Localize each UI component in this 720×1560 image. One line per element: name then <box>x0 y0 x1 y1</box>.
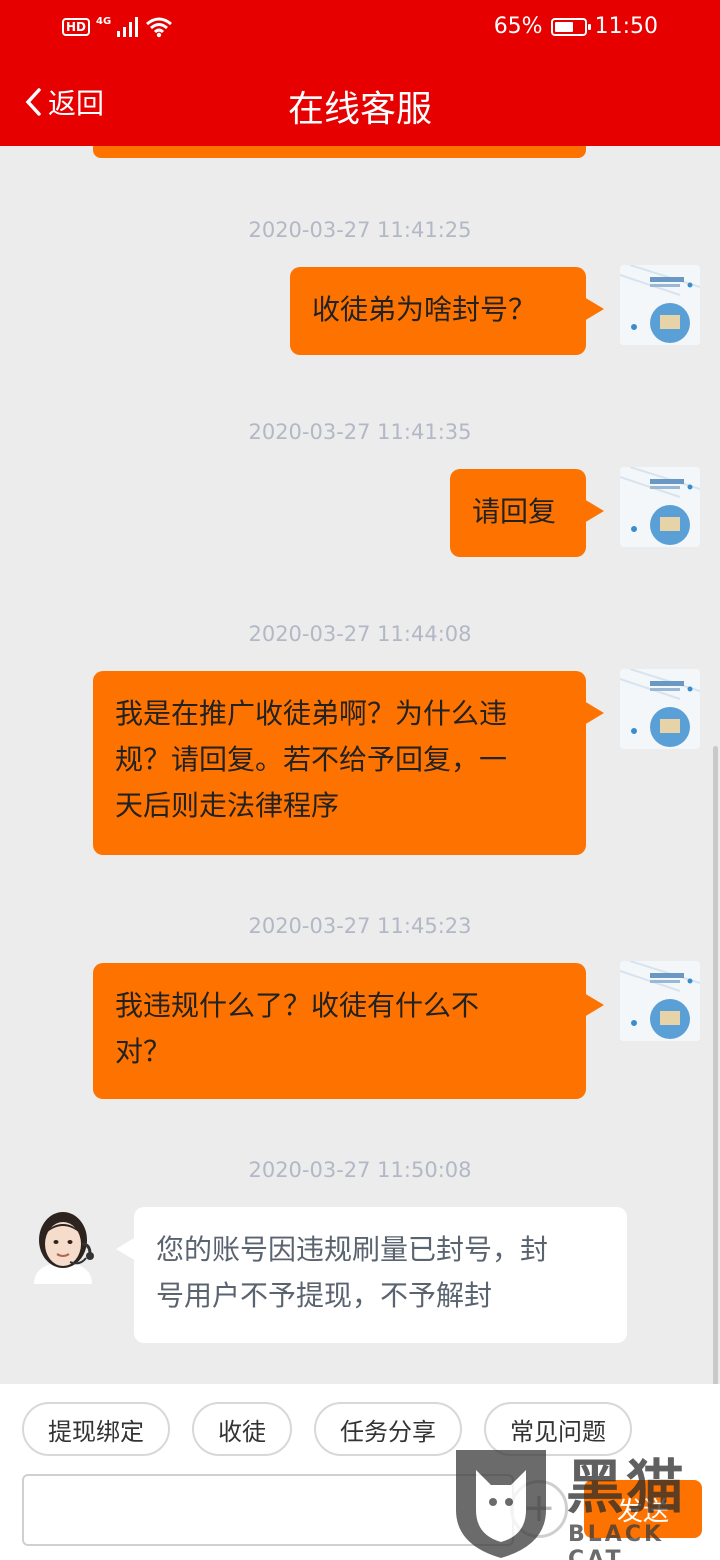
message-line: 收徒弟为啥封号？ <box>312 293 537 326</box>
message-line: 我违规什么了？收徒有什么不 <box>115 989 480 1022</box>
scrollbar[interactable] <box>713 746 718 1384</box>
wifi-icon <box>146 17 173 38</box>
nav-bar: 返回 在线客服 <box>0 58 720 146</box>
user-avatar[interactable] <box>620 961 700 1041</box>
message-line: 我是在推广收徒弟啊？为什么违 <box>115 697 508 730</box>
battery-fill <box>554 21 573 32</box>
previous-message-bubble <box>93 146 586 158</box>
agent-avatar-image <box>24 1204 102 1284</box>
quick-reply-task-share[interactable]: 任务分享 <box>314 1402 462 1456</box>
message-timestamp: 2020-03-27 11:41:35 <box>248 420 472 444</box>
battery-percent: 65% <box>493 14 543 39</box>
user-message-bubble[interactable]: 收徒弟为啥封号？ <box>290 267 604 355</box>
add-attachment-button[interactable]: + <box>510 1480 568 1538</box>
user-message-bubble[interactable]: 请回复 <box>450 469 604 557</box>
message-line: 您的账号因违规刷量已封号，封 <box>156 1233 549 1266</box>
quick-reply-withdraw-binding[interactable]: 提现绑定 <box>22 1402 170 1456</box>
user-avatar-image <box>620 669 700 749</box>
user-avatar[interactable] <box>620 265 700 345</box>
composer-area: 提现绑定 收徒 任务分享 常见问题 + 发送 <box>0 1384 720 1560</box>
message-line: 对？ <box>115 1035 172 1068</box>
message-line: 请回复 <box>472 495 557 528</box>
hd-badge: HD <box>62 18 91 36</box>
status-right: 65% 11:50 <box>494 14 658 39</box>
page-title: 在线客服 <box>287 89 432 130</box>
quick-reply-faq[interactable]: 常见问题 <box>484 1402 632 1456</box>
message-line: 规？请回复。若不给予回复，一 <box>115 743 508 776</box>
chat-area[interactable]: 2020-03-27 11:41:25 收徒弟为啥封号？ 2020-03-27 … <box>0 146 720 1384</box>
message-input[interactable] <box>22 1474 514 1546</box>
network-label: 4G <box>96 15 112 27</box>
user-avatar-image <box>620 467 700 547</box>
message-timestamp: 2020-03-27 11:45:23 <box>248 914 472 938</box>
status-left: HD 4G <box>62 16 173 38</box>
agent-message-bubble[interactable]: 您的账号因违规刷量已封号，封 号用户不予提现，不予解封 <box>116 1207 627 1343</box>
message-line: 天后则走法律程序 <box>115 789 340 822</box>
send-button[interactable]: 发送 <box>584 1480 702 1538</box>
clock: 11:50 <box>594 14 658 39</box>
battery-icon <box>550 17 591 36</box>
message-timestamp: 2020-03-27 11:41:25 <box>248 218 472 242</box>
message-line: 号用户不予提现，不予解封 <box>156 1279 493 1312</box>
signal-icon <box>117 17 139 37</box>
battery-tip <box>587 23 591 30</box>
user-avatar-image <box>620 265 700 345</box>
user-message-bubble[interactable]: 我是在推广收徒弟啊？为什么违 规？请回复。若不给予回复，一 天后则走法律程序 <box>93 671 604 855</box>
message-timestamp: 2020-03-27 11:44:08 <box>248 622 472 646</box>
message-timestamp: 2020-03-27 11:50:08 <box>248 1158 472 1182</box>
user-avatar-image <box>620 961 700 1041</box>
status-bar: HD 4G 65% 11:50 <box>0 0 720 58</box>
agent-avatar[interactable] <box>24 1204 102 1284</box>
user-message-bubble[interactable]: 我违规什么了？收徒有什么不 对？ <box>93 963 604 1099</box>
user-avatar[interactable] <box>620 467 700 547</box>
quick-reply-apprentice[interactable]: 收徒 <box>192 1402 292 1456</box>
user-avatar[interactable] <box>620 669 700 749</box>
